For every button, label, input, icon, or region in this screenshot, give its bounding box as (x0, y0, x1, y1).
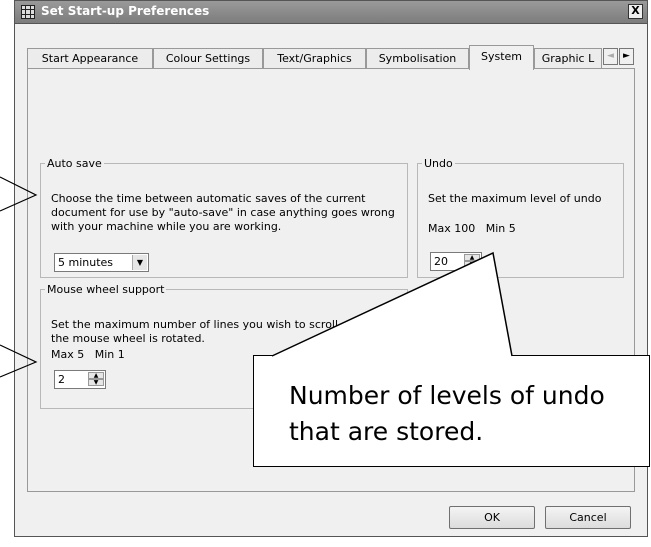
mousewheel-limits: Max 5 Min 1 (51, 348, 125, 361)
tab-colour-settings[interactable]: Colour Settings (153, 48, 263, 69)
tab-start-appearance[interactable]: Start Appearance (27, 48, 153, 69)
undo-limits: Max 100 Min 5 (428, 222, 516, 235)
tab-graphic-l[interactable]: Graphic L (534, 48, 602, 69)
undo-group: Undo Set the maximum level of undo Max 1… (417, 157, 624, 278)
scroll-lines-value: 2 (58, 373, 65, 386)
tab-system[interactable]: System (469, 45, 534, 70)
autosave-legend: Auto save (47, 157, 102, 170)
decrement-arrow-icon[interactable]: ▼ (88, 379, 104, 386)
increment-arrow-icon[interactable]: ▲ (464, 254, 480, 261)
ok-button[interactable]: OK (449, 506, 535, 529)
undo-callout-text: Number of levels of undo that are stored… (289, 381, 605, 446)
undo-legend: Undo (424, 157, 453, 170)
tab-strip: Start Appearance Colour Settings Text/Gr… (27, 45, 635, 70)
close-button[interactable]: X (628, 4, 643, 19)
window-title: Set Start-up Preferences (41, 4, 210, 18)
undo-callout-box: Number of levels of undo that are stored… (253, 355, 650, 467)
autosave-interval-value: 5 minutes (58, 256, 114, 269)
tab-text-graphics[interactable]: Text/Graphics (263, 48, 366, 69)
title-bar[interactable]: Set Start-up Preferences X (15, 1, 647, 24)
tab-scroll-right-button[interactable]: ► (619, 48, 634, 65)
undo-level-value: 20 (434, 255, 448, 268)
tab-symbolisation[interactable]: Symbolisation (366, 48, 469, 69)
autosave-group: Auto save Choose the time between automa… (40, 157, 408, 278)
cancel-button[interactable]: Cancel (545, 506, 631, 529)
autosave-interval-select[interactable]: 5 minutes ▼ (54, 253, 149, 272)
decrement-arrow-icon[interactable]: ▼ (464, 261, 480, 268)
mousewheel-legend: Mouse wheel support (47, 283, 165, 296)
undo-level-stepper[interactable]: 20 ▲ ▼ (430, 252, 482, 271)
autosave-description: Choose the time between automatic saves … (51, 192, 395, 233)
tab-scroll-left-button[interactable]: ◄ (603, 48, 618, 65)
increment-arrow-icon[interactable]: ▲ (88, 372, 104, 379)
mousewheel-description: Set the maximum number of lines you wish… (51, 318, 397, 345)
app-grid-icon (21, 5, 35, 19)
undo-description: Set the maximum level of undo (428, 192, 602, 205)
chevron-down-icon[interactable]: ▼ (132, 255, 147, 270)
scroll-lines-stepper[interactable]: 2 ▲ ▼ (54, 370, 106, 389)
